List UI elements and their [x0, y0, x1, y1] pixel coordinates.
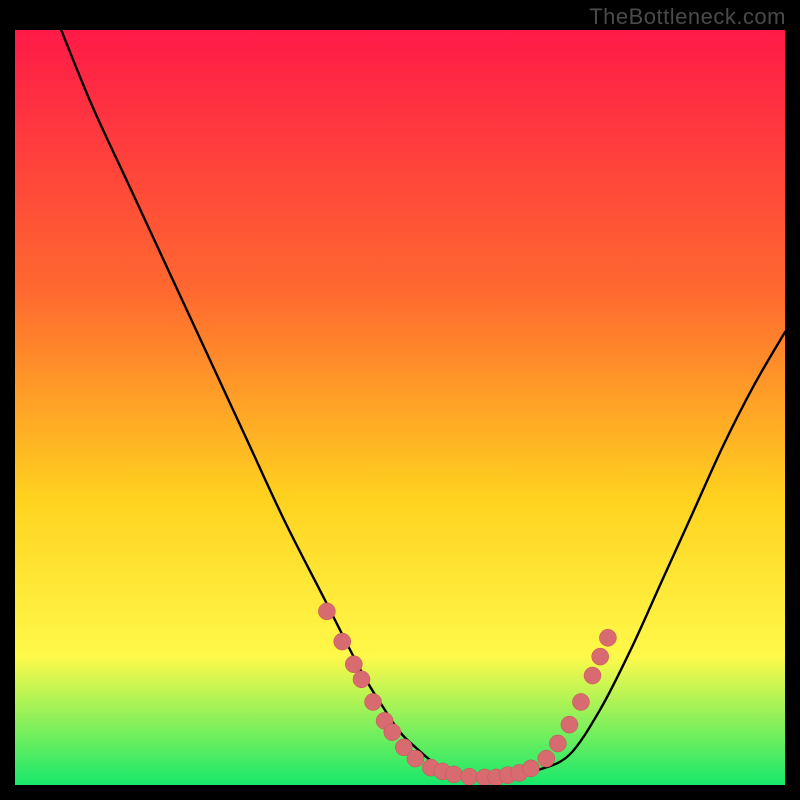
- curve-marker: [592, 648, 609, 665]
- curve-marker: [549, 735, 566, 752]
- chart-frame: TheBottleneck.com: [0, 0, 800, 800]
- gradient-background: [15, 30, 785, 785]
- curve-marker: [445, 766, 462, 783]
- curve-marker: [584, 667, 601, 684]
- curve-marker: [365, 693, 382, 710]
- curve-marker: [318, 603, 335, 620]
- curve-marker: [345, 656, 362, 673]
- curve-marker: [461, 768, 478, 785]
- curve-marker: [353, 671, 370, 688]
- curve-marker: [384, 724, 401, 741]
- chart-svg: [15, 30, 785, 785]
- curve-marker: [522, 760, 539, 777]
- curve-marker: [561, 716, 578, 733]
- watermark-text: TheBottleneck.com: [589, 4, 786, 30]
- curve-marker: [538, 750, 555, 767]
- curve-marker: [407, 750, 424, 767]
- curve-marker: [334, 633, 351, 650]
- chart-plot-area: [15, 30, 785, 785]
- curve-marker: [572, 693, 589, 710]
- curve-marker: [599, 629, 616, 646]
